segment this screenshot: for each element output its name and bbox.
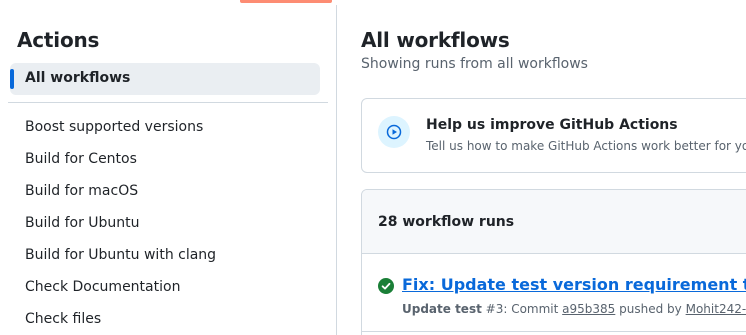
runs-header: 28 workflow runs [362,190,746,254]
page-subtitle: Showing runs from all workflows [361,56,588,72]
feedback-banner[interactable]: Help us improve GitHub Actions Tell us h… [361,98,746,173]
active-tab-underline [240,0,332,3]
sidebar-item-workflow[interactable]: Build for Ubuntu with clang [25,247,216,279]
author-link[interactable]: Mohit242-bit [686,302,746,316]
workflow-list: Boost supported versions Build for Cento… [25,119,216,335]
sidebar-item-all-workflows[interactable]: All workflows [10,63,320,95]
run-workflow-name: Update test [402,302,482,316]
sidebar-item-label: All workflows [25,70,131,86]
sidebar-item-workflow[interactable]: Check files [25,311,216,335]
play-circle-icon [378,116,410,148]
run-title-link[interactable]: Fix: Update test version requirement to … [402,275,746,294]
active-indicator [10,69,14,89]
sidebar-divider [8,102,328,103]
run-reference: #3: Commit [485,302,559,316]
sidebar: Actions All workflows Boost supported ve… [0,5,337,335]
runs-count: 28 workflow runs [378,214,515,230]
commit-link[interactable]: a95b385 [562,302,615,316]
run-separator [362,331,746,332]
sidebar-item-workflow[interactable]: Check Documentation [25,279,216,311]
check-circle-icon [378,278,394,299]
sidebar-item-workflow[interactable]: Build for Centos [25,151,216,183]
workflow-runs-panel: 28 workflow runs Fix: Update test versio… [361,189,746,335]
pushed-by-label: pushed by [619,302,682,316]
sidebar-item-workflow[interactable]: Boost supported versions [25,119,216,151]
sidebar-item-workflow[interactable]: Build for Ubuntu [25,215,216,247]
sidebar-title: Actions [17,28,100,52]
page-title: All workflows [361,28,510,52]
run-meta: Update test #3: Commit a95b385 pushed by… [402,302,746,316]
banner-title: Help us improve GitHub Actions [426,117,678,133]
sidebar-item-workflow[interactable]: Build for macOS [25,183,216,215]
banner-description: Tell us how to make GitHub Actions work … [426,139,746,153]
